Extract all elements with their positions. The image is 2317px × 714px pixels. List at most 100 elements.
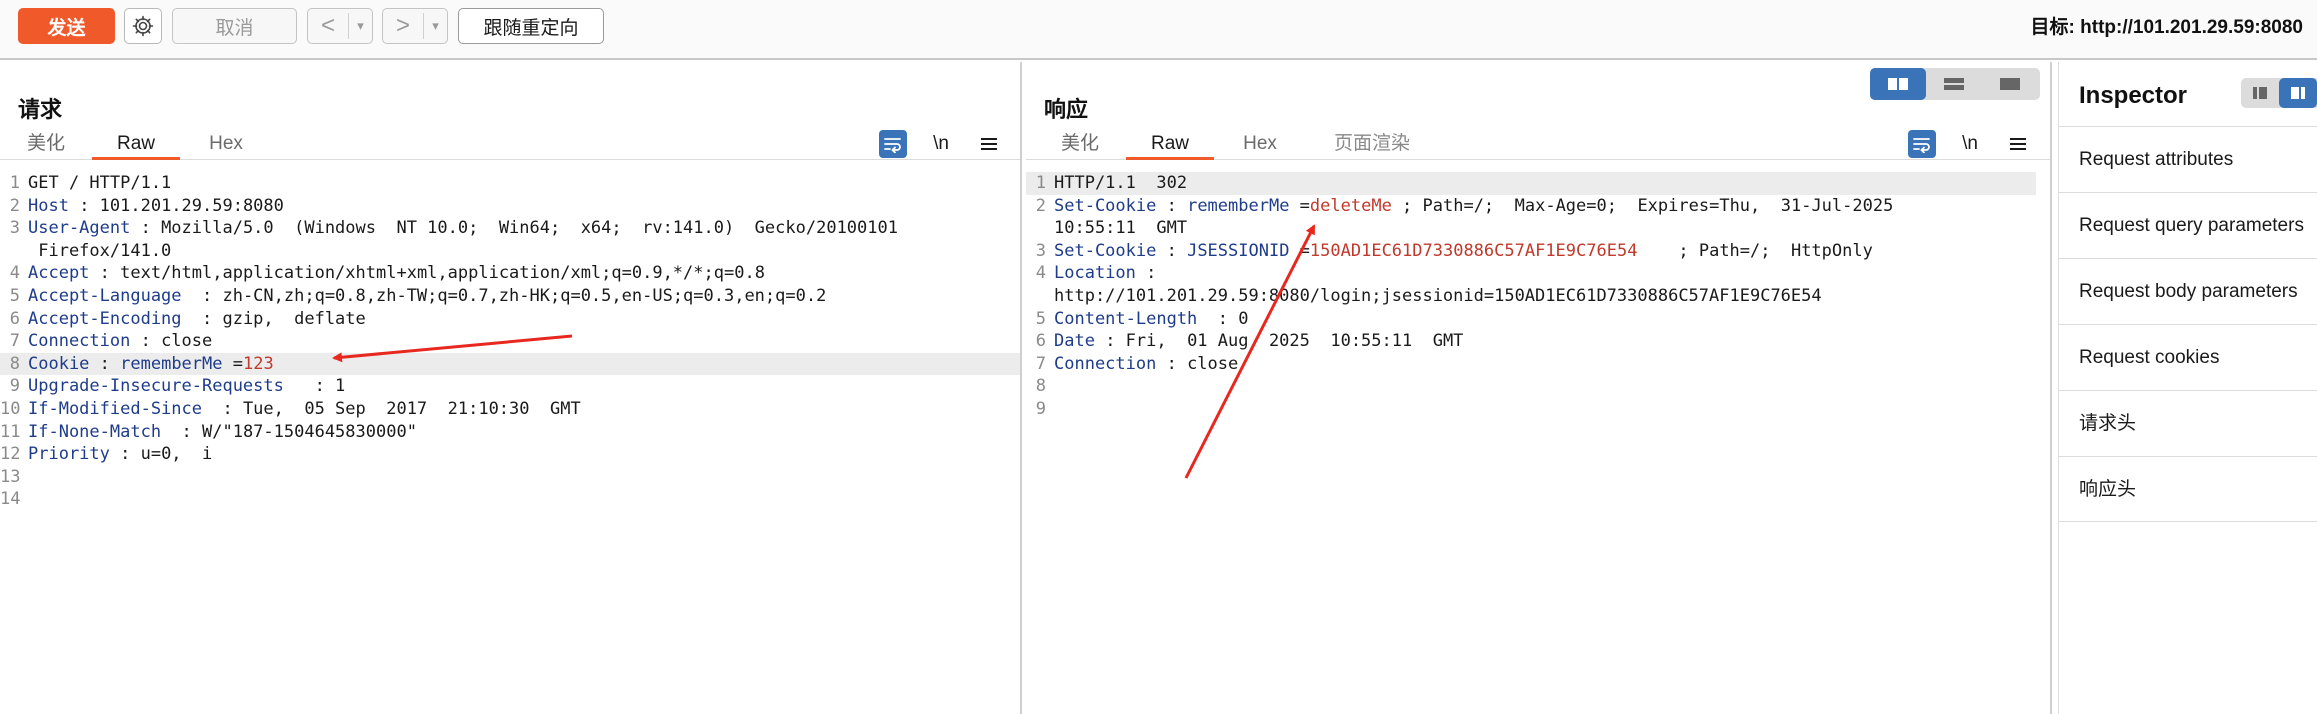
line-text: Connection : close [1054, 353, 1238, 376]
tab-raw[interactable]: Raw [1126, 132, 1214, 160]
text-segment: : 1 [283, 376, 346, 397]
code-line[interactable]: 8 [1026, 375, 2036, 398]
forward-dropdown-icon[interactable]: ▾ [423, 13, 447, 39]
code-line[interactable]: 2 Set-Cookie : rememberMe =deleteMe ; Pat… [1026, 195, 2036, 218]
inspector-request-attributes[interactable]: Request attributes [2059, 126, 2317, 192]
tab-raw[interactable]: Raw [92, 132, 180, 160]
tab-pretty[interactable]: 美化 [1052, 132, 1108, 160]
tab-render[interactable]: 页面渲染 [1322, 132, 1422, 160]
header-key: Set-Cookie [1054, 240, 1157, 261]
line-text: Priority : u=0, i [28, 443, 212, 466]
line-text: Location : [1054, 262, 1156, 285]
code-line[interactable]: http://101.201.29.59:8080/login;jsession… [1026, 285, 2036, 308]
code-line[interactable]: 6 Accept-Encoding : gzip, deflate [0, 308, 1020, 331]
text-segment: GET / HTTP/1.1 [28, 173, 172, 193]
menu-icon [2010, 138, 2026, 150]
word-wrap-button[interactable] [879, 130, 907, 158]
header-key: Priority [28, 444, 110, 465]
code-line[interactable]: 3 Set-Cookie : JSESSIONID =150AD1EC61D733… [1026, 240, 2036, 263]
line-text: Set-Cookie : rememberMe =deleteMe ; Path… [1054, 195, 1893, 218]
code-line[interactable]: 3 User-Agent : Mozilla/5.0 (Windows NT 10… [0, 217, 1020, 240]
send-button[interactable]: 发送 [18, 8, 115, 44]
code-line[interactable]: 7 Connection : close [1026, 353, 2036, 376]
line-number: 7 [9, 331, 20, 352]
back-button[interactable]: < ▾ [307, 8, 373, 44]
tab-hex[interactable]: Hex [1232, 132, 1288, 160]
code-line[interactable]: 2 Host : 101.201.29.59:8080 [0, 195, 1020, 218]
response-menu-button[interactable] [2004, 130, 2032, 158]
request-panel: 请求 美化 Raw Hex \n 1 GET / HTTP/1.1 2 Host : … [0, 62, 1022, 714]
text-segment: : [1156, 195, 1188, 216]
split-horizontal-icon [1888, 78, 1908, 90]
line-number: 6 [1035, 331, 1046, 352]
code-line[interactable]: 10:55:11 GMT [1026, 217, 2036, 240]
request-editor[interactable]: 1 GET / HTTP/1.1 2 Host : 101.201.29.59:808… [0, 172, 1020, 511]
inspector-request-headers[interactable]: 请求头 [2059, 390, 2317, 456]
line-number: 11 [0, 421, 21, 442]
code-line[interactable]: 5 Accept-Language : zh-CN,zh;q=0.8,zh-TW;… [0, 285, 1020, 308]
code-line[interactable]: 4 Location : [1026, 262, 2036, 285]
cancel-button[interactable]: 取消 [172, 8, 297, 44]
panel-view-icon [2291, 87, 2305, 99]
code-line[interactable]: 9 [1026, 398, 2036, 421]
target-label[interactable]: 目标: http://101.201.29.59:8080 [2031, 12, 2303, 39]
inspector-request-query-parameters[interactable]: Request query parameters [2059, 192, 2317, 258]
code-line[interactable]: 9 Upgrade-Insecure-Requests : 1 [0, 375, 1020, 398]
code-line[interactable]: 1 HTTP/1.1 302 [1026, 172, 2036, 195]
header-key: Accept-Language [28, 285, 182, 306]
code-line[interactable]: 7 Connection : close [0, 330, 1020, 353]
response-editor[interactable]: 1 HTTP/1.1 302 2 Set-Cookie : rememberMe =d… [1026, 172, 2036, 421]
layout-split-vertical-button[interactable] [1926, 68, 1982, 100]
tab-pretty[interactable]: 美化 [18, 132, 74, 160]
follow-redirect-button[interactable]: 跟随重定向 [458, 8, 604, 44]
code-line[interactable]: Firefox/141.0 [0, 240, 1020, 263]
inspector-request-body-parameters[interactable]: Request body parameters [2059, 258, 2317, 324]
line-number: 1 [9, 173, 20, 193]
newline-toggle[interactable]: \n [927, 130, 955, 158]
line-text: Firefox/141.0 [28, 240, 171, 263]
inspector-response-headers[interactable]: 响应头 [2059, 456, 2317, 522]
text-segment: : [1135, 263, 1157, 284]
code-line[interactable]: 10 If-Modified-Since : Tue, 05 Sep 2017 2… [0, 398, 1020, 421]
code-line[interactable]: 8 Cookie : rememberMe =123 [0, 352, 1020, 376]
word-wrap-icon [884, 138, 901, 153]
text-segment: = [222, 353, 243, 374]
code-line[interactable]: 12 Priority : u=0, i [0, 443, 1020, 466]
word-wrap-button[interactable] [1908, 130, 1936, 158]
text-segment: : u=0, i [109, 444, 213, 465]
header-key: Connection [1054, 353, 1157, 374]
request-menu-button[interactable] [975, 130, 1003, 158]
inspector-request-cookies[interactable]: Request cookies [2059, 324, 2317, 390]
line-number: 4 [1035, 263, 1046, 284]
text-segment: : Tue, 05 Sep 2017 21:10:30 GMT [202, 398, 581, 419]
code-line[interactable]: 4 Accept : text/html,application/xhtml+xm… [0, 262, 1020, 285]
code-line[interactable]: 14 [0, 488, 1020, 511]
inspector-panel-button[interactable] [2279, 78, 2317, 108]
header-key: If-Modified-Since [28, 398, 202, 419]
tab-hex[interactable]: Hex [198, 132, 254, 160]
line-number: 8 [9, 353, 20, 374]
line-text: Upgrade-Insecure-Requests : 1 [28, 375, 345, 398]
header-key: Set-Cookie [1054, 195, 1157, 216]
settings-button[interactable] [124, 8, 162, 44]
code-line[interactable]: 5 Content-Length : 0 [1026, 308, 2036, 331]
line-text: Set-Cookie : JSESSIONID =150AD1EC61D7330… [1054, 240, 1873, 263]
line-number: 1 [1035, 173, 1046, 193]
code-line[interactable]: 13 [0, 466, 1020, 489]
newline-toggle[interactable]: \n [1956, 130, 1984, 158]
code-line[interactable]: 6 Date : Fri, 01 Aug 2025 10:55:11 GMT [1026, 330, 2036, 353]
list-view-icon [2253, 87, 2267, 99]
line-text: Accept-Language : zh-CN,zh;q=0.8,zh-TW;q… [28, 285, 826, 308]
line-number: 9 [9, 376, 20, 397]
layout-split-horizontal-button[interactable] [1870, 68, 1926, 100]
header-key: Connection [28, 331, 131, 352]
line-text: Accept : text/html,application/xhtml+xml… [28, 262, 765, 285]
chevron-left-icon: < [320, 12, 335, 39]
forward-button[interactable]: > ▾ [382, 8, 448, 44]
menu-icon [981, 138, 997, 150]
back-dropdown-icon[interactable]: ▾ [348, 13, 372, 39]
inspector-list-button[interactable] [2241, 78, 2279, 108]
code-line[interactable]: 11 If-None-Match : W/"187-1504645830000" [0, 421, 1020, 444]
layout-single-pane-button[interactable] [1982, 68, 2038, 100]
code-line[interactable]: 1 GET / HTTP/1.1 [0, 172, 1020, 195]
